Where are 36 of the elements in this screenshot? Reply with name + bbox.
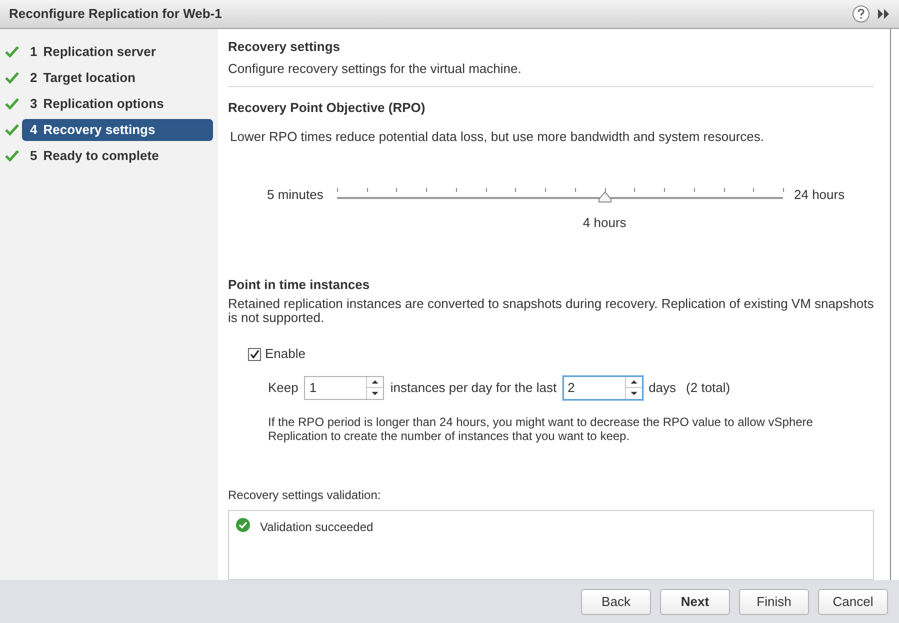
step-item[interactable]: 1 Replication server	[22, 41, 213, 63]
number-spinner[interactable]: 1	[304, 376, 384, 400]
help-icon[interactable]	[852, 5, 870, 23]
section-description: Lower RPO times reduce potential data loss, but use more bandwidth and system resources.	[230, 128, 765, 146]
forward-icon[interactable]	[878, 9, 890, 19]
instances-label: instances per day for the last	[390, 379, 557, 398]
total-label: (2 total)	[686, 379, 730, 398]
validation-message: Validation succeeded	[260, 518, 374, 536]
number-field[interactable]: 2	[564, 376, 625, 399]
slider-max-label: 24 hours	[794, 186, 845, 204]
section-description: Retained replication instances are converted to snapshots during recovery. Replication of existing VM snapshots is not supported.	[228, 297, 875, 326]
rpo-note: If the RPO period is longer than 24 hours, you might want to decrease the RPO value to allow vSphere Replication to create the number of instances that you want to keep.	[268, 414, 814, 443]
slider-thumb[interactable]	[598, 190, 612, 203]
step-item[interactable]: 3 Replication options	[22, 93, 213, 115]
wizard-button[interactable]: Finish	[739, 588, 809, 614]
wizard-button[interactable]: Next	[660, 588, 730, 614]
page-title: Recovery settings	[228, 38, 341, 56]
enable-checkbox[interactable]	[248, 348, 261, 361]
step-item[interactable]: 4 Recovery settings	[22, 119, 213, 141]
page-subtitle: Configure recovery settings for the virtual machine.	[228, 58, 874, 87]
step-item[interactable]: 2 Target location	[22, 67, 213, 89]
wizard-button[interactable]: Cancel	[818, 588, 888, 614]
keep-label: Keep	[268, 379, 298, 398]
slider-track[interactable]	[337, 188, 783, 202]
window-title: Reconfigure Replication for Web-1	[9, 5, 223, 24]
section-title: Point in time instances	[228, 276, 371, 294]
section-title: Recovery Point Objective (RPO)	[228, 99, 426, 117]
wizard-button[interactable]: Back	[581, 588, 651, 614]
slider-min-label: 5 minutes	[267, 186, 324, 204]
days-label: days	[648, 379, 676, 398]
enable-label: Enable	[265, 345, 306, 364]
validation-label: Recovery settings validation:	[228, 486, 382, 504]
number-spinner[interactable]: 2	[562, 376, 643, 400]
slider-value-label: 4 hours	[582, 214, 626, 232]
number-field[interactable]: 1	[305, 376, 366, 399]
step-item[interactable]: 5 Ready to complete	[22, 145, 213, 167]
